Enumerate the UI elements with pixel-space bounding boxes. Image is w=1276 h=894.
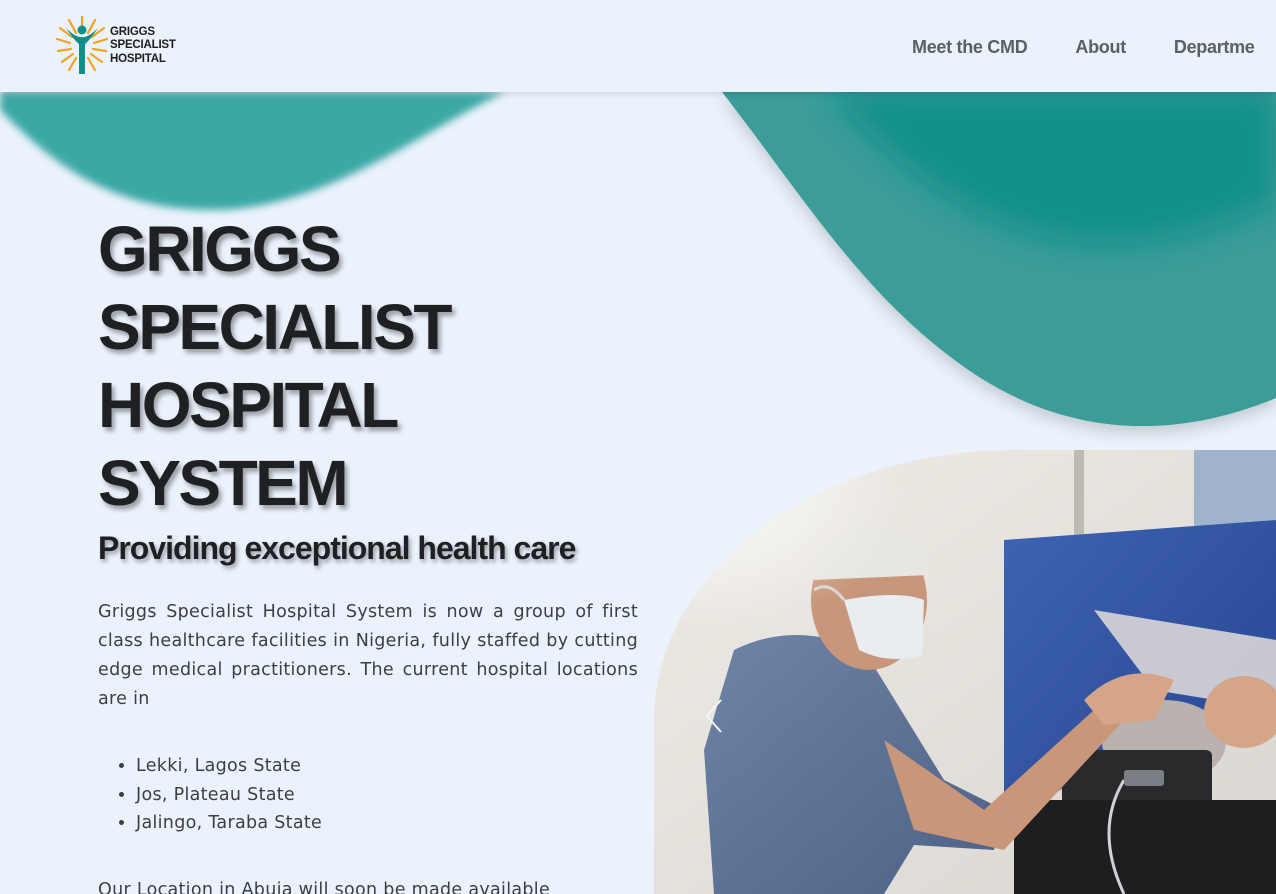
- logo-wordmark: GRIGGS SPECIALIST HOSPITAL: [110, 26, 176, 67]
- logo-line: HOSPITAL: [110, 52, 166, 65]
- locations-list: Lekki, Lagos State Jos, Plateau State Ja…: [136, 752, 322, 838]
- chevron-left-icon: [705, 699, 722, 733]
- logo-line: GRIGGS: [110, 25, 155, 38]
- hero-title: GRIGGS SPECIALIST HOSPITAL SYSTEM: [98, 210, 658, 522]
- logo-sunburst-icon: [56, 15, 108, 74]
- hero-description: Griggs Specialist Hospital System is now…: [98, 602, 638, 709]
- list-item: Jos, Plateau State: [136, 781, 322, 810]
- list-item: Lekki, Lagos State: [136, 752, 322, 781]
- abuja-note: Our Location in Abuja will soon be made …: [98, 880, 551, 894]
- top-left-blob: [0, 92, 505, 211]
- main-nav: Meet the CMD About Departme: [912, 37, 1276, 58]
- hero-carousel[interactable]: [654, 450, 1276, 894]
- hero-title-line: SPECIALIST: [98, 291, 452, 363]
- hero-title-line: SYSTEM: [98, 447, 349, 519]
- page: GRIGGS SPECIALIST HOSPITAL Meet the CMD …: [0, 0, 1276, 894]
- hero-title-line: GRIGGS: [98, 213, 342, 285]
- site-logo[interactable]: GRIGGS SPECIALIST HOSPITAL: [56, 14, 186, 78]
- nav-link-departments[interactable]: Departme: [1174, 37, 1255, 58]
- hero-title-line: HOSPITAL: [98, 369, 399, 441]
- nav-link-meet-the-cmd[interactable]: Meet the CMD: [912, 37, 1028, 58]
- hero-subtitle: Providing exceptional health care: [98, 530, 576, 566]
- list-item: Jalingo, Taraba State: [136, 809, 322, 838]
- carousel-prev-button[interactable]: [696, 696, 732, 736]
- carousel-photo: [654, 450, 1276, 894]
- logo-line: SPECIALIST: [110, 39, 176, 52]
- nav-link-about[interactable]: About: [1075, 37, 1126, 58]
- site-header: GRIGGS SPECIALIST HOSPITAL Meet the CMD …: [0, 0, 1276, 92]
